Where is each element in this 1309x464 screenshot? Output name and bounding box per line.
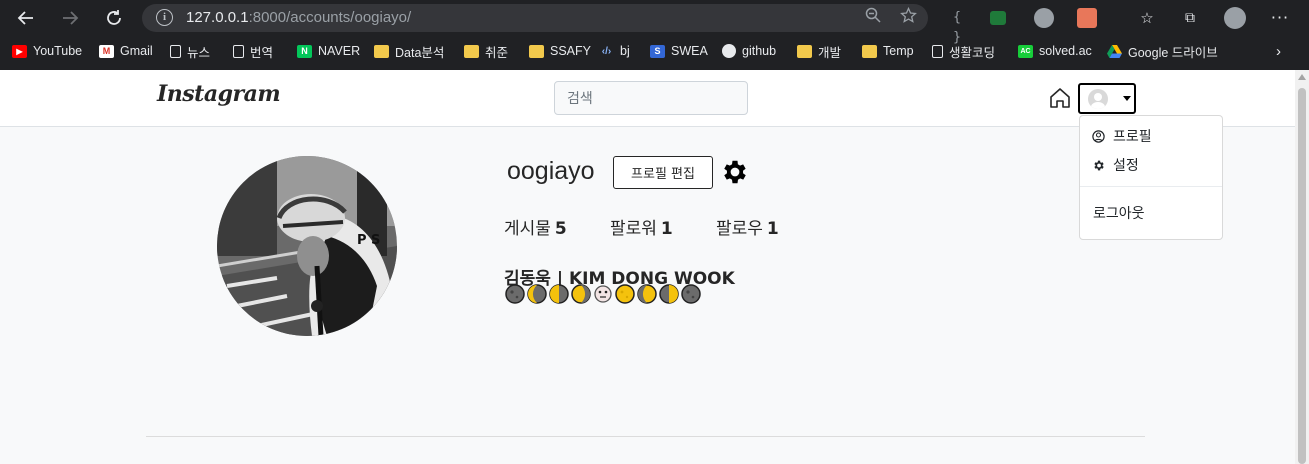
folder-icon: [862, 44, 877, 58]
bookmark-folder-job[interactable]: 취준: [464, 42, 508, 60]
profile-picture[interactable]: P S: [217, 156, 397, 336]
user-circle-icon: [1091, 129, 1105, 143]
solvedac-icon: AC: [1018, 44, 1033, 58]
last-quarter-icon: [549, 284, 569, 304]
scrollbar[interactable]: [1295, 70, 1309, 464]
orange-extension-icon[interactable]: [1077, 8, 1097, 28]
bookmark-folder-dev[interactable]: 개발: [797, 42, 841, 60]
reload-icon[interactable]: [101, 5, 127, 31]
browser-profile-icon[interactable]: [1224, 7, 1246, 29]
bookmark-gmail[interactable]: M Gmail: [99, 42, 153, 60]
caret-down-icon: [1123, 96, 1131, 101]
bookmark-swea[interactable]: S SWEA: [650, 42, 708, 60]
more-menu-icon[interactable]: ···: [1270, 8, 1290, 28]
folder-icon: [529, 44, 544, 58]
page-content: Instagram 프로필 설정 로그아웃: [0, 70, 1295, 464]
dropdown-item-settings[interactable]: 설정: [1080, 152, 1222, 178]
bookmark-youtube[interactable]: ▶ YouTube: [12, 42, 82, 60]
naver-icon: N: [297, 44, 312, 58]
content-divider: [146, 436, 1145, 437]
monkey-icon: [593, 284, 613, 304]
dropdown-item-logout[interactable]: 로그아웃: [1080, 200, 1222, 226]
scroll-thumb[interactable]: [1298, 88, 1306, 464]
zoom-icon[interactable]: [862, 7, 884, 29]
bookmark-solvedac[interactable]: AC solved.ac: [1018, 42, 1092, 60]
page-icon: [170, 44, 181, 58]
bookmarks-bar: ▶ YouTube M Gmail 뉴스 번역 N NAVER Data분석 취준 S…: [0, 38, 1309, 64]
youtube-icon: ▶: [12, 44, 27, 58]
github-icon: [722, 44, 736, 58]
home-icon[interactable]: [1049, 87, 1071, 109]
page-icon: [233, 44, 244, 58]
bookmark-folder-ssafy[interactable]: SSAFY: [529, 42, 591, 60]
bookmark-translate[interactable]: 번역: [233, 42, 273, 60]
bookmark-news[interactable]: 뉴스: [170, 42, 210, 60]
bookmark-naver[interactable]: N NAVER: [297, 42, 360, 60]
forward-icon[interactable]: [57, 5, 83, 31]
page-icon: [932, 44, 943, 58]
waxing-gibbous-icon: [637, 284, 657, 304]
full-moon-icon: [615, 284, 635, 304]
bookmark-gdrive[interactable]: Google 드라이브: [1107, 42, 1218, 60]
swea-icon: S: [650, 44, 665, 58]
folder-icon: [797, 44, 812, 58]
url-text[interactable]: 127.0.0.1:8000/accounts/oogiayo/: [186, 9, 411, 26]
json-extension-icon[interactable]: { }: [947, 8, 967, 45]
favorite-star-icon[interactable]: [897, 6, 919, 29]
gdrive-icon: [1107, 44, 1122, 58]
new-moon-icon: [505, 284, 525, 304]
bookmark-life-coding[interactable]: 생활코딩: [932, 42, 995, 60]
avatar-icon: [1088, 89, 1108, 109]
bookmark-folder-temp[interactable]: Temp: [862, 42, 914, 60]
waning-gibbous-icon: [571, 284, 591, 304]
stat-following[interactable]: 팔로우 1: [716, 214, 779, 239]
profile-username: oogiayo: [507, 157, 595, 185]
gmail-icon: M: [99, 44, 114, 58]
address-bar[interactable]: i 127.0.0.1:8000/accounts/oogiayo/: [142, 4, 928, 32]
folder-icon: [374, 44, 389, 58]
browser-chrome: i 127.0.0.1:8000/accounts/oogiayo/ { } ☆…: [0, 0, 1309, 70]
svg-text:P S: P S: [357, 233, 380, 248]
code-icon: ‹/›: [601, 45, 612, 57]
user-dropdown-button[interactable]: [1078, 83, 1136, 114]
bookmark-bj[interactable]: ‹/› bj: [599, 42, 630, 60]
dropdown-divider: [1080, 186, 1222, 187]
gear-icon: [1091, 158, 1105, 172]
browser-toolbar: i 127.0.0.1:8000/accounts/oogiayo/ { } ☆…: [0, 0, 1309, 45]
scroll-up-icon[interactable]: [1298, 74, 1306, 80]
settings-gear-icon[interactable]: [720, 157, 750, 187]
stat-followers[interactable]: 팔로워 1: [610, 214, 673, 239]
first-quarter-icon: [659, 284, 679, 304]
green-extension-icon[interactable]: [990, 11, 1006, 25]
stat-posts: 게시물 5: [504, 219, 567, 239]
collections-icon[interactable]: ⧉: [1180, 8, 1200, 28]
user-dropdown-menu: 프로필 설정 로그아웃: [1079, 115, 1223, 240]
edit-profile-button[interactable]: 프로필 편집: [613, 156, 713, 189]
waning-crescent-icon: [527, 284, 547, 304]
bookmark-github[interactable]: github: [722, 42, 776, 60]
instagram-logo[interactable]: Instagram: [157, 81, 281, 107]
new-moon-icon: [681, 284, 701, 304]
more-bookmarks-icon[interactable]: ›: [1276, 42, 1281, 60]
gray-extension-icon[interactable]: [1034, 8, 1054, 28]
search-input[interactable]: [554, 81, 748, 115]
site-info-icon[interactable]: i: [156, 9, 173, 26]
dropdown-item-profile[interactable]: 프로필: [1080, 123, 1222, 149]
bookmark-folder-data[interactable]: Data분석: [374, 42, 444, 60]
back-icon[interactable]: [13, 5, 39, 31]
folder-icon: [464, 44, 479, 58]
favorites-icon[interactable]: ☆: [1137, 8, 1157, 28]
profile-bio: [505, 284, 701, 304]
